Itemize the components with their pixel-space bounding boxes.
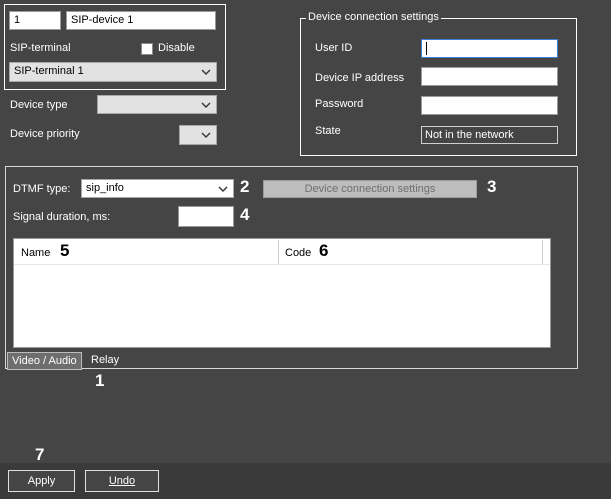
disable-checkbox[interactable] bbox=[141, 43, 153, 55]
dtmf-type-select[interactable]: sip_info bbox=[81, 179, 234, 198]
user-id-label: User ID bbox=[315, 42, 353, 54]
sip-terminal-label: SIP-terminal bbox=[10, 42, 71, 54]
column-header-name[interactable]: Name bbox=[21, 247, 50, 259]
ip-address-input[interactable] bbox=[421, 67, 558, 86]
disable-label: Disable bbox=[158, 42, 195, 54]
sip-terminal-select[interactable]: SIP-terminal 1 bbox=[9, 62, 217, 82]
device-type-select[interactable] bbox=[97, 95, 217, 114]
device-priority-label: Device priority bbox=[10, 128, 80, 140]
column-header-code[interactable]: Code bbox=[285, 247, 311, 259]
signal-duration-label: Signal duration, ms: bbox=[13, 211, 111, 223]
chevron-down-icon bbox=[201, 69, 211, 75]
user-id-input[interactable] bbox=[421, 39, 558, 58]
dtmf-type-value: sip_info bbox=[86, 182, 124, 194]
device-connection-settings-button[interactable]: Device connection settings bbox=[263, 180, 477, 198]
dtmf-type-label: DTMF type: bbox=[13, 183, 71, 195]
device-type-label: Device type bbox=[10, 99, 68, 111]
connection-settings-title: Device connection settings bbox=[306, 11, 441, 23]
callout-1: 1 bbox=[95, 371, 105, 390]
device-settings-window: 1 SIP-device 1 SIP-terminal Disable SIP-… bbox=[0, 0, 611, 499]
device-priority-select[interactable] bbox=[179, 125, 217, 145]
callout-3: 3 bbox=[487, 177, 497, 196]
tab-relay[interactable]: Relay bbox=[87, 352, 123, 370]
table-header bbox=[14, 239, 550, 265]
callout-5: 5 bbox=[60, 241, 70, 260]
ip-address-label: Device IP address bbox=[315, 72, 405, 84]
chevron-down-icon bbox=[218, 186, 228, 192]
device-name-field[interactable]: SIP-device 1 bbox=[66, 11, 216, 30]
state-label: State bbox=[315, 125, 341, 137]
chevron-down-icon bbox=[201, 102, 211, 108]
column-divider bbox=[542, 240, 543, 264]
apply-button[interactable]: Apply bbox=[8, 470, 75, 492]
callout-4: 4 bbox=[240, 205, 250, 224]
state-value: Not in the network bbox=[421, 126, 558, 144]
device-id-field[interactable]: 1 bbox=[9, 11, 61, 30]
callout-7: 7 bbox=[35, 445, 45, 464]
sip-terminal-select-value: SIP-terminal 1 bbox=[14, 65, 84, 77]
column-divider bbox=[278, 240, 279, 264]
undo-button[interactable]: Undo bbox=[85, 470, 159, 492]
dtmf-table[interactable]: Name Code bbox=[13, 238, 551, 348]
text-cursor bbox=[426, 42, 427, 55]
chevron-down-icon bbox=[201, 132, 211, 138]
callout-6: 6 bbox=[319, 241, 329, 260]
tab-video-audio[interactable]: Video / Audio bbox=[7, 352, 82, 370]
password-label: Password bbox=[315, 98, 364, 110]
signal-duration-input[interactable] bbox=[178, 206, 234, 227]
callout-2: 2 bbox=[240, 177, 250, 196]
password-input[interactable] bbox=[421, 96, 558, 115]
